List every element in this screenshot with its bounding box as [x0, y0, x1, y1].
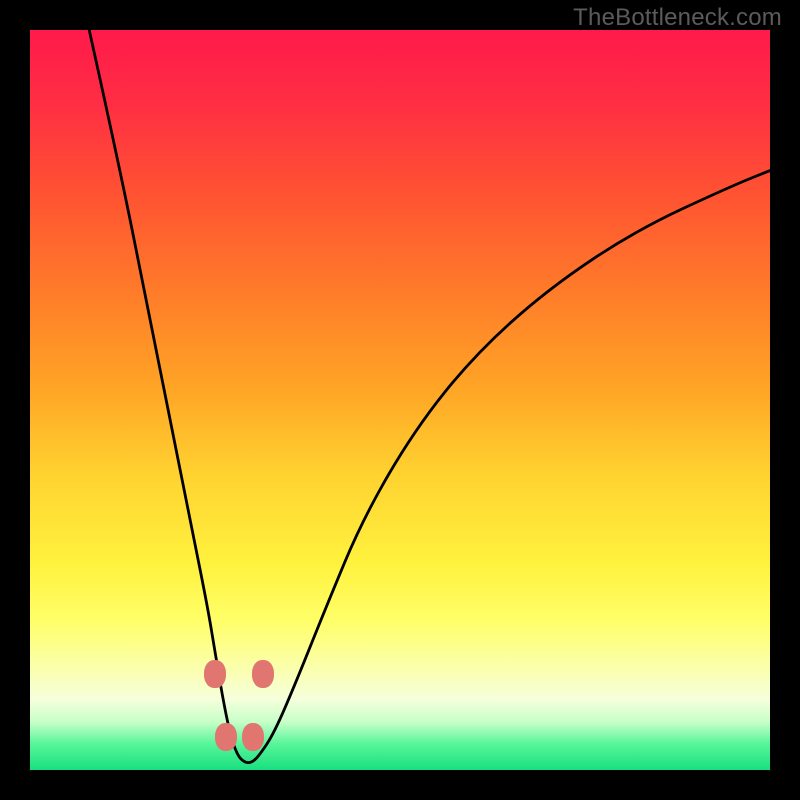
- bottleneck-curve: [89, 30, 770, 763]
- data-marker: [242, 723, 264, 751]
- watermark-text: TheBottleneck.com: [573, 4, 782, 32]
- data-marker: [204, 660, 226, 688]
- data-marker: [215, 723, 237, 751]
- curve-layer: [30, 30, 770, 770]
- plot-area: [30, 30, 770, 770]
- chart-stage: TheBottleneck.com: [0, 0, 800, 800]
- data-marker: [252, 660, 274, 688]
